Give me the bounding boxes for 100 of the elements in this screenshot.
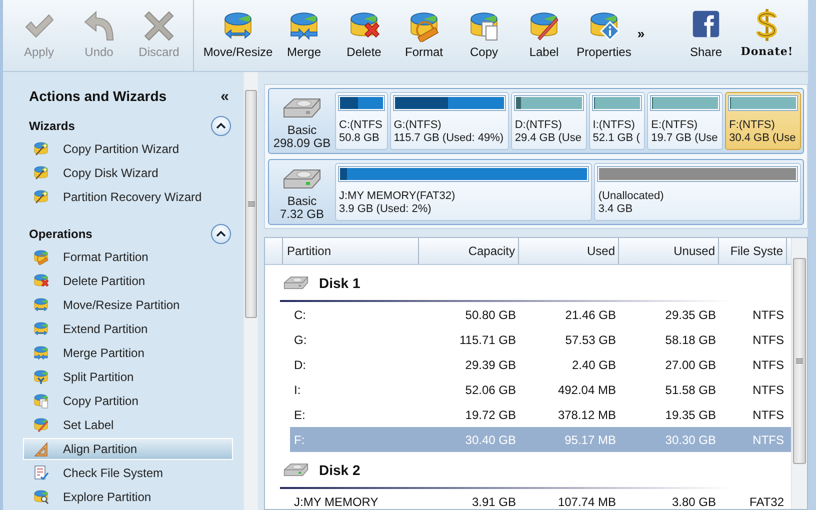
hard-drive-icon [283, 462, 309, 478]
table-cell-text: E: [293, 408, 306, 422]
sidebar-item[interactable]: Delete Partition [23, 270, 233, 292]
sidebar-item[interactable]: Format Partition [23, 246, 233, 268]
table-row[interactable]: G: 115.71 GB 57.53 GB 58.18 GB NTFS [290, 327, 791, 352]
table-cell-text: 492.04 MB [556, 382, 617, 396]
partition-card[interactable]: F:(NTFS) 30.4 GB (Use [725, 92, 802, 150]
sidebar-item[interactable]: Explore Partition [23, 486, 233, 508]
column-header[interactable]: Capacity [419, 238, 519, 264]
column-header[interactable]: Used [519, 238, 619, 264]
toolbar-button[interactable]: Merge [274, 0, 334, 71]
partition-card[interactable]: I:(NTFS) 52.1 GB ( [588, 92, 646, 150]
caret-icon [216, 122, 226, 130]
column-header[interactable]: File Syste [719, 238, 787, 264]
explore-disk-icon [33, 489, 49, 505]
table-row[interactable]: I: 52.06 GB 492.04 MB 51.58 GB NTFS [290, 377, 791, 402]
table-cell-text: 51.58 GB [664, 382, 717, 396]
close-icon [143, 10, 175, 42]
sidebar-item[interactable]: Partition Recovery Wizard [23, 186, 233, 208]
caret-icon [216, 230, 226, 238]
sidebar-item[interactable]: Align Partition [23, 438, 233, 460]
format-disk-icon [33, 249, 49, 265]
partition-name: J:MY MEMORY(FAT32) [339, 190, 456, 203]
sidebar-item[interactable]: Copy Partition [23, 390, 233, 412]
table-cell-text: NTFS [752, 358, 785, 372]
table-cell-text: 378.12 MB [556, 408, 617, 422]
table-cell-text: NTFS [752, 332, 785, 346]
partition-name: (Unallocated) [598, 190, 665, 203]
partition-name: C:(NTFS [339, 119, 384, 132]
table-cell-text: 30.30 GB [664, 432, 717, 446]
table-row[interactable]: J:MY MEMORY 3.91 GB 107.74 MB 3.80 GB FAT32 [290, 489, 791, 510]
table-cell-text: 29.35 GB [664, 308, 717, 322]
expand-toggle[interactable] [211, 224, 231, 244]
table-cell-text: 19.72 GB [464, 408, 517, 422]
more-button[interactable]: » [634, 26, 648, 41]
table-cell-text: 58.18 GB [664, 332, 717, 346]
table-row[interactable]: C: 50.80 GB 21.46 GB 29.35 GB NTFS [290, 302, 791, 327]
facebook-icon [692, 10, 720, 38]
table-cell-text: D: [293, 358, 307, 372]
partition-card[interactable]: G:(NTFS) 115.7 GB (Used: 49%) [390, 92, 509, 150]
partition-card[interactable]: C:(NTFS 50.8 GB [335, 92, 388, 150]
partition-card[interactable]: J:MY MEMORY(FAT32) 3.9 GB (Used: 2%) [335, 163, 592, 221]
table-cell-text: 29.39 GB [464, 358, 517, 372]
sidebar-title: Actions and Wizards [29, 88, 167, 104]
table-cell-text: 19.35 GB [664, 408, 717, 422]
sidebar-item[interactable]: Move/Resize Partition [23, 294, 233, 316]
partition-info: 3.4 GB [598, 203, 634, 216]
sidebar-item[interactable]: Set Label [23, 414, 233, 436]
copy-disk-icon [468, 10, 500, 42]
toolbar-button[interactable]: Delete [334, 0, 394, 71]
label-disk-icon [528, 10, 560, 42]
column-header[interactable]: Partition [283, 238, 419, 264]
checklist-icon [33, 465, 49, 481]
table-cell-text: 50.80 GB [464, 308, 517, 322]
table-cell-text: 57.53 GB [564, 332, 617, 346]
table-cell-text: 95.17 MB [564, 432, 617, 446]
disk-type: Basic [287, 195, 317, 208]
sidebar-item[interactable]: Copy Disk Wizard [23, 162, 233, 184]
wizard-icon [33, 165, 49, 181]
disk-type: Basic [287, 124, 317, 137]
table-cell-text: 21.46 GB [564, 308, 617, 322]
column-header[interactable]: Unused [619, 238, 719, 264]
table-scrollbar[interactable] [791, 238, 807, 509]
sidebar-item[interactable]: Check File System [23, 462, 233, 484]
share-button[interactable]: Share [676, 0, 736, 71]
partition-card[interactable]: D:(NTFS) 29.4 GB (Use [510, 92, 587, 150]
table-cell-text: I: [293, 382, 302, 396]
sidebar-item[interactable]: Copy Partition Wizard [23, 138, 233, 160]
table-cell-text: NTFS [752, 382, 785, 396]
toolbar-button[interactable]: Copy [454, 0, 514, 71]
disk-row[interactable]: Basic 7.32 GB J:MY MEMORY(FAT32) 3.9 GB (Used: 2%) (Unallocated) 3.4 GB [268, 159, 804, 225]
hard-drive-icon [282, 96, 322, 120]
toolbar-button[interactable]: Label [514, 0, 574, 71]
disk-title: Disk 2 [319, 462, 360, 478]
partition-card[interactable]: (Unallocated) 3.4 GB [594, 163, 801, 221]
sidebar-scrollbar[interactable] [243, 72, 258, 510]
table-cell-text: F: [293, 432, 306, 446]
sidebar-item[interactable]: Extend Partition [23, 318, 233, 340]
split-disk-icon [33, 369, 49, 385]
move-disk-icon [33, 297, 49, 313]
partition-info: 30.4 GB (Use [729, 132, 797, 145]
partition-card[interactable]: E:(NTFS) 19.7 GB (Use [647, 92, 724, 150]
toolbar-button[interactable]: Properties [574, 0, 634, 71]
toolbar-button[interactable]: Move/Resize [202, 0, 274, 71]
sidebar-item[interactable]: Merge Partition [23, 342, 233, 364]
collapse-button[interactable]: « [220, 88, 229, 104]
properties-disk-icon [588, 10, 620, 42]
hard-drive-icon [283, 274, 309, 290]
table-row[interactable]: D: 29.39 GB 2.40 GB 27.00 GB NTFS [290, 352, 791, 377]
expand-toggle[interactable] [211, 116, 231, 136]
sidebar-item[interactable]: Split Partition [23, 366, 233, 388]
table-cell-text: 107.74 MB [556, 494, 617, 508]
toolbar-button[interactable]: Format [394, 0, 454, 71]
grip-icon [796, 358, 803, 364]
table-cell-text: 2.40 GB [570, 358, 617, 372]
copy-disk-icon [33, 393, 49, 409]
partition-name: E:(NTFS) [651, 119, 699, 132]
table-row[interactable]: E: 19.72 GB 378.12 MB 19.35 GB NTFS [290, 402, 791, 427]
table-cell-text: 52.06 GB [464, 382, 517, 396]
donate-button[interactable]: Donate! [736, 0, 798, 71]
